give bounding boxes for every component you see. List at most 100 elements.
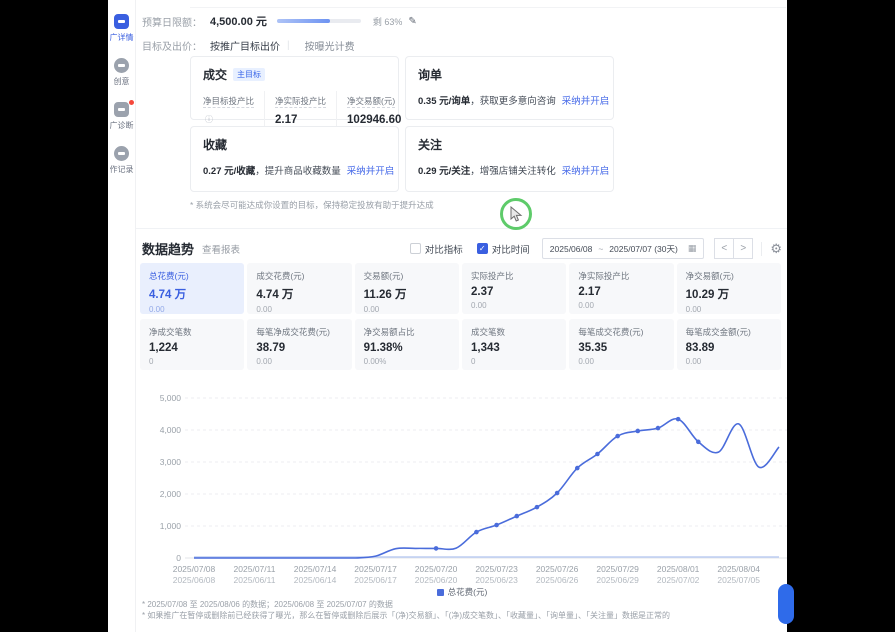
metric-card-4[interactable]: 净实际投产比2.170.00 bbox=[569, 263, 673, 314]
svg-text:2025/07/17: 2025/07/17 bbox=[354, 564, 397, 574]
goal-stat-label: 净实际投产比 bbox=[275, 96, 326, 108]
tab-bid-by-goal[interactable]: 按推广目标出价 bbox=[210, 38, 280, 53]
checkbox-icon: ✓ bbox=[477, 243, 488, 254]
metric-cards-grid: 总花费(元)4.74 万0.00成交花费(元)4.74 万0.00 交易额(元) 1… bbox=[140, 263, 781, 370]
metric-compare-value: 0.00 bbox=[686, 357, 772, 366]
svg-text:2025/07/20: 2025/07/20 bbox=[415, 564, 458, 574]
trend-controls: 对比指标 ✓ 对比时间 2025/06/08 ~ 2025/07/07 (30天… bbox=[396, 238, 782, 259]
chart-legend: 总花费(元) bbox=[137, 586, 787, 598]
goal-stat-value: 102946.60 bbox=[347, 114, 401, 126]
adopt-enable-link[interactable]: 采纳并开启 bbox=[562, 166, 610, 177]
section-divider bbox=[108, 228, 787, 229]
metric-compare-value: 0.00 bbox=[149, 305, 235, 314]
adopt-enable-link[interactable]: 采纳并开启 bbox=[347, 166, 395, 177]
metric-label: 成交笔数 bbox=[471, 326, 557, 338]
legend-swatch bbox=[437, 589, 444, 596]
screen: 广详情创意广诊断作记录 预算日限额： 4,500.00 元 剩 63% ✎ 目标… bbox=[0, 0, 895, 632]
goal-card-title: 询单 bbox=[418, 66, 442, 83]
sidebar-item-label: 作记录 bbox=[110, 164, 134, 175]
metric-card-11[interactable]: 每笔成交金额(元)83.890.00 bbox=[677, 319, 781, 370]
svg-text:2025/07/29: 2025/07/29 bbox=[596, 564, 639, 574]
goal-card-3: 关注0.29 元/关注，增强店铺关注转化采纳并开启 bbox=[405, 126, 614, 192]
goal-stat-value-row: 2.17 bbox=[275, 109, 326, 126]
sidebar-item-label: 创意 bbox=[114, 76, 130, 87]
metric-card-5[interactable]: 净交易额(元)10.29 万0.00 bbox=[677, 263, 781, 314]
metric-value: 11.26 万 bbox=[364, 286, 450, 302]
info-icon[interactable]: ⓘ bbox=[205, 115, 213, 124]
side-nav: 广详情创意广诊断作记录 bbox=[108, 0, 136, 632]
metric-value: 83.89 bbox=[686, 342, 772, 354]
sidebar-item-promo-detail[interactable]: 广详情 bbox=[108, 14, 136, 43]
goal-suggestion-text: 0.35 元/询单，获取更多意向咨询采纳并开启 bbox=[418, 93, 601, 107]
budget-slider[interactable] bbox=[277, 19, 361, 23]
metric-card-0[interactable]: 总花费(元)4.74 万0.00 bbox=[140, 263, 244, 314]
diagnose-icon bbox=[114, 102, 129, 117]
sidebar-item-creative[interactable]: 创意 bbox=[108, 58, 136, 87]
svg-text:2025/06/29: 2025/06/29 bbox=[596, 575, 639, 585]
goal-suggestion-desc: ，提升商品收藏数量 bbox=[255, 166, 341, 177]
sidebar-item-record[interactable]: 作记录 bbox=[108, 146, 136, 175]
metric-label: 每笔成交花费(元) bbox=[578, 326, 664, 338]
metric-label: 净成交笔数 bbox=[149, 326, 235, 338]
metric-card-10[interactable]: 每笔成交花费(元)35.350.00 bbox=[569, 319, 673, 370]
svg-text:2025/08/01: 2025/08/01 bbox=[657, 564, 700, 574]
checkbox-icon bbox=[410, 243, 421, 254]
floating-side-button[interactable] bbox=[778, 584, 794, 624]
svg-text:3,000: 3,000 bbox=[160, 457, 182, 467]
view-report-link[interactable]: 查看报表 bbox=[202, 242, 240, 256]
metric-label-text: 交易额(元) bbox=[364, 271, 404, 282]
budget-label: 预算日限额： bbox=[142, 14, 202, 29]
svg-text:2,000: 2,000 bbox=[160, 489, 182, 499]
goal-bid-row: 目标及出价： 按推广目标出价 | 按曝光计费 bbox=[142, 38, 355, 53]
svg-text:5,000: 5,000 bbox=[160, 393, 182, 403]
svg-text:2025/06/17: 2025/06/17 bbox=[354, 575, 397, 585]
trend-header: 数据趋势 查看报表 对比指标 ✓ 对比时间 2025/06/08 ~ 2025/… bbox=[142, 238, 782, 259]
metric-compare-value: 0 bbox=[149, 357, 235, 366]
metric-label: 总花费(元) bbox=[149, 270, 235, 282]
svg-text:2025/07/05: 2025/07/05 bbox=[717, 575, 760, 585]
goal-stat-label-row: 净实际投产比 bbox=[275, 91, 326, 109]
svg-text:2025/07/02: 2025/07/02 bbox=[657, 575, 700, 585]
metric-label-text: 每笔成交花费(元) bbox=[578, 327, 643, 338]
metric-card-8[interactable]: 净交易额占比91.38%0.00% bbox=[355, 319, 459, 370]
svg-text:2025/07/08: 2025/07/08 bbox=[173, 564, 216, 574]
record-icon bbox=[114, 146, 129, 161]
compare-metric-checkbox[interactable]: 对比指标 bbox=[410, 242, 463, 256]
goal-bid-label: 目标及出价： bbox=[142, 38, 202, 53]
compare-time-checkbox[interactable]: ✓ 对比时间 bbox=[477, 242, 530, 256]
metric-label: 净实际投产比 bbox=[578, 270, 664, 282]
metric-label-text: 实际投产比 bbox=[471, 271, 514, 282]
budget-slider-fill bbox=[277, 19, 330, 23]
trend-line-chart: 01,0002,0003,0004,0005,0002025/07/082025… bbox=[137, 386, 787, 594]
metric-card-7[interactable]: 每笔净成交花费(元)38.790.00 bbox=[247, 319, 351, 370]
goal-suggestion-text: 0.29 元/关注，增强店铺关注转化采纳并开启 bbox=[418, 163, 601, 177]
metric-card-3[interactable]: 实际投产比2.370.00 bbox=[462, 263, 566, 314]
prev-period-button[interactable]: < bbox=[714, 238, 734, 259]
svg-text:2025/06/14: 2025/06/14 bbox=[294, 575, 337, 585]
metric-value: 1,224 bbox=[149, 342, 235, 354]
metric-card-6[interactable]: 净成交笔数 1,224 0 bbox=[140, 319, 244, 370]
metric-card-9[interactable]: 成交笔数1,3430 bbox=[462, 319, 566, 370]
sidebar-item-diagnose[interactable]: 广诊断 bbox=[108, 102, 136, 131]
svg-text:2025/06/08: 2025/06/08 bbox=[173, 575, 216, 585]
mouse-cursor-icon bbox=[509, 206, 523, 222]
svg-text:2025/07/11: 2025/07/11 bbox=[234, 564, 276, 574]
svg-text:2025/06/23: 2025/06/23 bbox=[475, 575, 518, 585]
goal-suggestion-text: 0.27 元/收藏，提升商品收藏数量采纳并开启 bbox=[203, 163, 386, 177]
metric-card-1[interactable]: 成交花费(元)4.74 万0.00 bbox=[247, 263, 351, 314]
metric-card-2[interactable]: 交易额(元) 11.26 万 0.00 bbox=[355, 263, 459, 314]
goal-stat-label-row: 净目标投产比ⓘ bbox=[203, 91, 254, 127]
adopt-enable-link[interactable]: 采纳并开启 bbox=[562, 96, 610, 107]
next-period-button[interactable]: > bbox=[733, 238, 753, 259]
budget-edit-icon[interactable]: ✎ bbox=[408, 16, 416, 27]
promo-detail-icon bbox=[114, 14, 129, 29]
metric-label-text: 净交易额占比 bbox=[364, 327, 415, 338]
date-start: 2025/06/08 bbox=[550, 244, 593, 254]
metric-value: 2.37 bbox=[471, 286, 557, 298]
date-range-picker[interactable]: 2025/06/08 ~ 2025/07/07 (30天) ▦ bbox=[542, 238, 705, 259]
metric-compare-value: 0.00 bbox=[364, 305, 450, 314]
gear-icon[interactable]: ⚙ bbox=[770, 241, 782, 257]
legend-label: 总花费(元) bbox=[448, 586, 488, 598]
tab-bid-by-exposure[interactable]: 按曝光计费 bbox=[305, 38, 355, 53]
compare-time-label: 对比时间 bbox=[492, 242, 530, 256]
